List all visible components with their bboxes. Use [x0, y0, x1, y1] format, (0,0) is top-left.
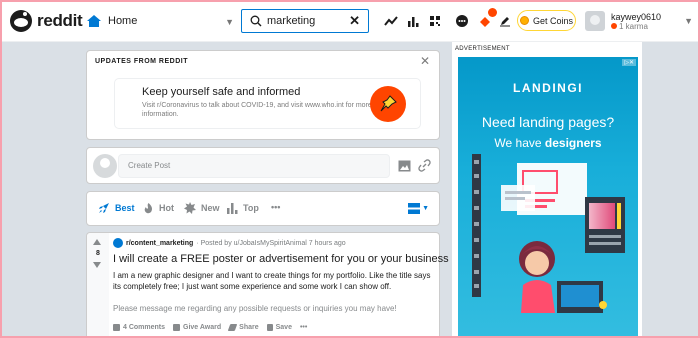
top-header: reddit Home ▼ ✕ Get Coins: [0, 0, 700, 42]
view-layout-button[interactable]: ▼: [408, 203, 429, 214]
avatar: [585, 11, 605, 31]
close-icon[interactable]: ✕: [420, 54, 430, 68]
give-award-button[interactable]: Give Award: [173, 324, 221, 331]
share-label: Share: [239, 324, 259, 331]
share-button[interactable]: Share: [227, 324, 259, 331]
comments-button[interactable]: 4 Comments: [113, 324, 165, 331]
downvote-icon[interactable]: [93, 262, 101, 268]
give-award-label: Give Award: [183, 324, 222, 331]
sort-more-button[interactable]: •••: [271, 202, 280, 212]
image-upload-icon[interactable]: [398, 160, 411, 172]
ad-subline: We have designers: [458, 136, 638, 150]
pushpin-icon: [370, 86, 406, 122]
post-more-button[interactable]: •••: [300, 324, 307, 331]
karma-label: 1 karma: [619, 21, 648, 31]
home-icon: [87, 15, 101, 27]
search-input[interactable]: [267, 15, 347, 27]
subreddit-icon: [113, 238, 123, 248]
sort-hot-button[interactable]: Hot: [143, 202, 174, 214]
flame-icon: [144, 203, 153, 214]
advertisement-panel: ADVERTISEMENT ▷✕ LANDINGI Need landing p…: [452, 42, 642, 338]
post-actions: 4 Comments Give Award Share Save •••: [113, 324, 315, 331]
new-burst-icon: [184, 202, 196, 214]
chat-icon[interactable]: [452, 11, 472, 31]
karma-icon: [611, 23, 617, 29]
more-options-icon: •••: [299, 324, 308, 331]
editor-toolbar-illustration: [472, 154, 481, 297]
search-bar[interactable]: ✕: [241, 9, 369, 33]
chevron-down-icon: ▼: [422, 205, 429, 212]
updates-title: UPDATES FROM REDDIT: [95, 58, 188, 65]
ad-subline-prefix: We have: [494, 136, 545, 150]
sort-top-button[interactable]: Top: [227, 202, 259, 214]
save-button[interactable]: Save: [266, 324, 292, 331]
ad-brand-logo: LANDINGI: [513, 81, 583, 95]
community-icon[interactable]: [425, 11, 445, 31]
share-arrow-icon: [227, 324, 238, 331]
vote-column: 8: [87, 233, 109, 338]
vote-count: 8: [96, 250, 100, 257]
user-menu[interactable]: kaywey0610 1 karma ▼: [585, 7, 697, 35]
clear-search-icon[interactable]: ✕: [349, 13, 360, 29]
home-dropdown[interactable]: Home ▼: [86, 8, 234, 34]
link-icon[interactable]: [418, 159, 431, 172]
coin-icon: [519, 16, 529, 25]
ad-headline: Need landing pages?: [481, 114, 615, 130]
notifications-icon[interactable]: [475, 8, 497, 31]
logo-text: reddit: [37, 11, 83, 30]
chevron-down-icon: ▼: [684, 16, 693, 26]
post-body-paragraph: Please message me regarding any possible…: [113, 304, 397, 313]
comment-icon: [113, 324, 120, 331]
advertisement-label: ADVERTISEMENT: [455, 46, 510, 52]
banner-headline: Keep yourself safe and informed: [142, 86, 301, 98]
post-body-paragraph: I am a new graphic designer and I want t…: [113, 271, 431, 291]
trending-icon[interactable]: [381, 11, 401, 31]
rocket-icon: [99, 203, 109, 213]
ad-subline-bold: designers: [544, 136, 602, 150]
card-view-icon: [408, 203, 421, 214]
gift-icon: [173, 324, 181, 331]
more-options-icon: •••: [271, 202, 281, 212]
avatar: [93, 154, 117, 178]
subreddit-link[interactable]: r/content_marketing: [126, 240, 193, 247]
comments-label: 4 Comments: [123, 324, 166, 331]
reddit-snoo-icon: [10, 10, 32, 32]
create-post-pencil-icon[interactable]: [495, 11, 515, 31]
sort-top-label: Top: [243, 203, 259, 213]
post-card[interactable]: 8 r/content_marketing · Posted by u/Joba…: [86, 232, 449, 338]
username: kaywey0610: [611, 11, 662, 22]
stats-icon[interactable]: [403, 11, 423, 31]
banner-body: Visit r/Coronavirus to talk about COVID-…: [142, 102, 372, 118]
create-post-input[interactable]: Create Post: [118, 154, 390, 178]
coronavirus-info-banner[interactable]: Keep yourself safe and informed Visit r/…: [114, 78, 421, 129]
adchoices-icon[interactable]: ▷✕: [622, 59, 636, 66]
bookmark-icon: [266, 324, 273, 331]
search-icon: [250, 15, 262, 27]
designer-illustration: [501, 163, 625, 313]
reddit-logo[interactable]: reddit: [10, 10, 83, 32]
karma-count: 1 karma: [611, 22, 661, 31]
updates-card: UPDATES FROM REDDIT ✕ Keep yourself safe…: [86, 50, 440, 140]
ad-banner[interactable]: ▷✕ LANDINGI Need landing pages? We have …: [458, 57, 638, 338]
sort-best-button[interactable]: Best: [98, 202, 135, 214]
create-post-bar: Create Post: [86, 147, 440, 184]
save-label: Save: [275, 324, 292, 331]
home-label: Home: [108, 15, 138, 27]
sort-new-label: New: [201, 203, 220, 213]
chevron-down-icon: ▼: [225, 17, 234, 27]
sort-hot-label: Hot: [159, 203, 174, 213]
post-meta: r/content_marketing · Posted by u/JobaIs…: [113, 238, 346, 248]
post-meta-text: · Posted by u/JobaIsMySpiritAnimal 7 hou…: [196, 239, 346, 247]
sort-new-button[interactable]: New: [184, 202, 220, 214]
get-coins-label: Get Coins: [532, 15, 574, 26]
top-chart-icon: [227, 203, 238, 214]
sort-bar: Best Hot New Top ••• ▼: [86, 191, 440, 226]
sort-best-label: Best: [115, 203, 135, 213]
get-coins-button[interactable]: Get Coins: [517, 10, 576, 31]
upvote-icon[interactable]: [93, 239, 101, 245]
post-title[interactable]: I will create a FREE poster or advertise…: [113, 253, 449, 265]
